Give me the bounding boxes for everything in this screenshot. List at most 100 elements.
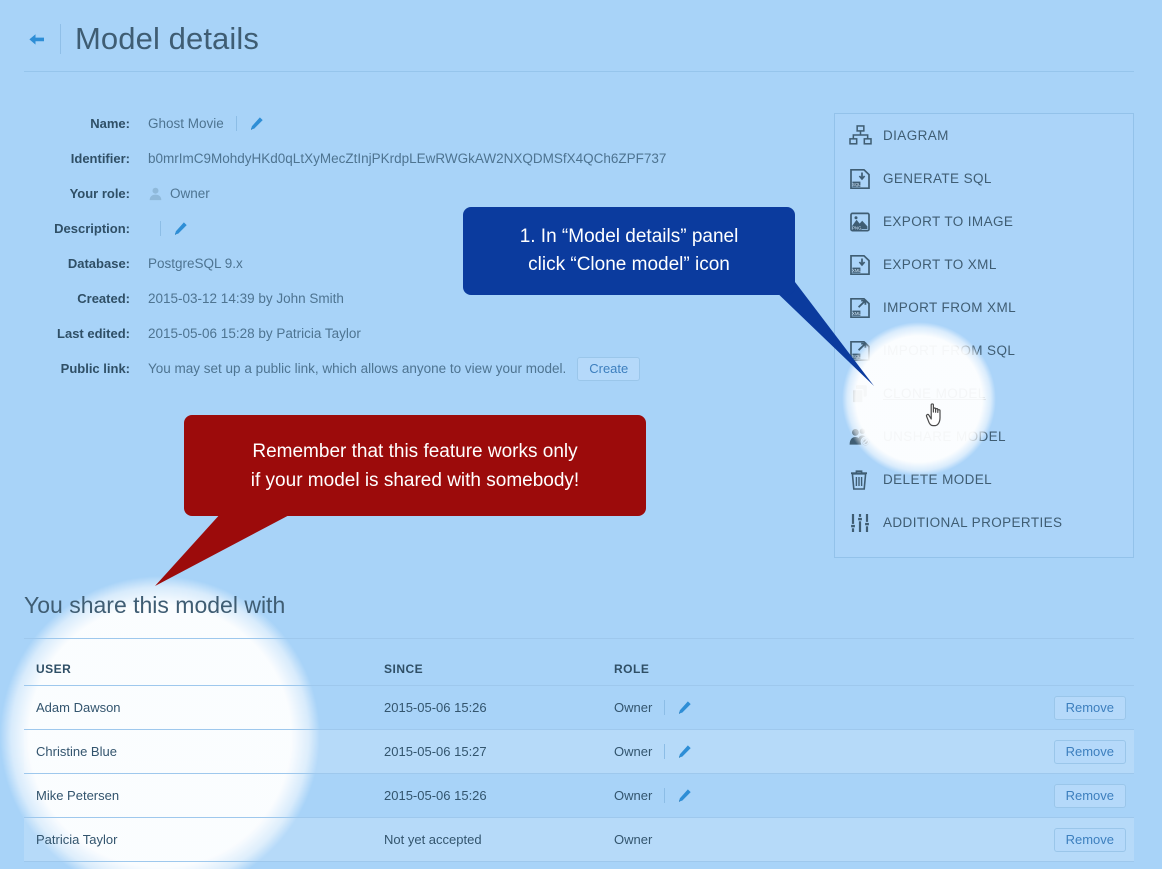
- cell-action: Remove: [984, 685, 1134, 730]
- column-header-since: SINCE: [372, 656, 602, 686]
- pencil-icon[interactable]: [173, 221, 188, 236]
- page-header: Model details: [24, 14, 259, 64]
- import-sql-icon: SQL: [849, 340, 883, 362]
- value-divider: [664, 788, 666, 803]
- action-item-clone-model[interactable]: CLONE MODEL: [835, 372, 1133, 415]
- create-public-link-button[interactable]: Create: [577, 356, 641, 381]
- pencil-icon[interactable]: [677, 788, 692, 803]
- value-divider: [664, 700, 666, 715]
- detail-value-wrap: b0mrImC9MohdyHKd0qLtXyMecZtInjPKrdpLEwRW…: [148, 151, 666, 166]
- action-label: IMPORT FROM SQL: [883, 343, 1016, 358]
- table-header-row: USER SINCE ROLE: [24, 656, 1134, 686]
- action-label: CLONE MODEL: [883, 386, 986, 401]
- import-xml-icon: XML: [849, 297, 883, 319]
- action-label: ADDITIONAL PROPERTIES: [883, 515, 1063, 530]
- export-png-icon: PNG: [849, 211, 883, 233]
- action-item-import-from-sql[interactable]: SQL IMPORT FROM SQL: [835, 329, 1133, 372]
- cell-since: Not yet accepted: [372, 817, 602, 862]
- sliders-icon: [849, 512, 883, 534]
- callout-step-1: 1. In “Model details” panel click “Clone…: [463, 207, 795, 295]
- detail-label: Database:: [67, 256, 130, 271]
- cell-role: Owner: [602, 773, 984, 818]
- action-item-delete-model[interactable]: DELETE MODEL: [835, 458, 1133, 501]
- svg-text:SQL: SQL: [852, 353, 861, 358]
- detail-value: b0mrImC9MohdyHKd0qLtXyMecZtInjPKrdpLEwRW…: [148, 151, 667, 166]
- action-item-export-to-image[interactable]: PNG EXPORT TO IMAGE: [835, 200, 1133, 243]
- table-row: Mike Petersen 2015-05-06 15:26 Owner Rem…: [24, 773, 1134, 818]
- detail-value: PostgreSQL 9.x: [148, 256, 243, 271]
- diagram-icon: [849, 125, 883, 146]
- share-section-title: You share this model with: [24, 592, 286, 618]
- detail-label: Created:: [77, 291, 130, 306]
- column-header-user: USER: [24, 656, 372, 686]
- action-item-unshare-model[interactable]: UNSHARE MODEL: [835, 415, 1133, 458]
- detail-value-wrap: Ghost Movie: [148, 116, 264, 131]
- detail-value: Owner: [170, 186, 210, 201]
- cell-role: Owner: [602, 817, 984, 862]
- detail-label: Name:: [90, 116, 130, 131]
- svg-text:SQL: SQL: [852, 181, 861, 186]
- detail-value: You may set up a public link, which allo…: [148, 361, 567, 376]
- pencil-icon[interactable]: [677, 700, 692, 715]
- value-divider: [235, 116, 237, 131]
- detail-row-identifier: Identifier: b0mrImC9MohdyHKd0qLtXyMecZtI…: [0, 141, 720, 176]
- pencil-icon[interactable]: [677, 744, 692, 759]
- action-label: IMPORT FROM XML: [883, 300, 1017, 315]
- cell-action: Remove: [984, 773, 1134, 818]
- header-divider: [60, 24, 61, 54]
- cell-action: Remove: [984, 729, 1134, 774]
- page-title: Model details: [75, 21, 259, 56]
- generate-sql-icon: SQL: [849, 168, 883, 190]
- action-label: EXPORT TO XML: [883, 257, 997, 272]
- action-item-export-to-xml[interactable]: XML EXPORT TO XML: [835, 243, 1133, 286]
- detail-row-your-role: Your role: Owner: [0, 176, 720, 211]
- callout-line-1: Remember that this feature works only: [252, 440, 578, 462]
- callout-warning: Remember that this feature works only if…: [184, 415, 646, 516]
- cell-role: Owner: [602, 685, 984, 730]
- value-divider: [160, 221, 161, 236]
- action-label: UNSHARE MODEL: [883, 429, 1006, 444]
- action-label: GENERATE SQL: [883, 171, 992, 186]
- unshare-icon: [849, 426, 883, 448]
- share-section-rule: [24, 638, 1134, 639]
- remove-button[interactable]: Remove: [1053, 739, 1126, 764]
- clone-icon: [849, 383, 883, 405]
- action-item-import-from-xml[interactable]: XML IMPORT FROM XML: [835, 286, 1133, 329]
- cell-since: 2015-05-06 15:27: [372, 729, 602, 774]
- callout-line-2: click “Clone model” icon: [528, 254, 730, 275]
- detail-row-public-link: Public link: You may set up a public lin…: [0, 351, 720, 386]
- cell-since: 2015-05-06 15:26: [372, 773, 602, 818]
- column-header-action: [984, 656, 1134, 686]
- detail-label: Description:: [54, 221, 130, 236]
- detail-value-wrap: Owner: [148, 186, 210, 201]
- table-row: Adam Dawson 2015-05-06 15:26 Owner Remov…: [24, 685, 1134, 730]
- action-item-diagram[interactable]: DIAGRAM: [835, 114, 1133, 157]
- remove-button[interactable]: Remove: [1053, 783, 1126, 808]
- detail-value-wrap: PostgreSQL 9.x: [148, 256, 243, 271]
- action-label: DIAGRAM: [883, 128, 949, 143]
- svg-text:XML: XML: [852, 310, 861, 315]
- action-item-generate-sql[interactable]: SQL GENERATE SQL: [835, 157, 1133, 200]
- svg-text:XML: XML: [852, 267, 861, 272]
- detail-value: Ghost Movie: [148, 116, 224, 131]
- role-text: Owner: [614, 700, 653, 715]
- cell-action: Remove: [984, 817, 1134, 862]
- remove-button[interactable]: Remove: [1053, 695, 1126, 720]
- action-label: DELETE MODEL: [883, 472, 993, 487]
- remove-button[interactable]: Remove: [1053, 827, 1126, 852]
- cell-user: Christine Blue: [24, 729, 372, 774]
- column-header-role: ROLE: [602, 656, 984, 686]
- red-callout-tail: [155, 512, 295, 586]
- role-text: Owner: [614, 788, 653, 803]
- detail-label: Public link:: [60, 361, 130, 376]
- arrow-left-icon[interactable]: [24, 27, 48, 51]
- action-label: EXPORT TO IMAGE: [883, 214, 1014, 229]
- callout-line-1: 1. In “Model details” panel: [519, 226, 739, 247]
- action-item-additional-properties[interactable]: ADDITIONAL PROPERTIES: [835, 501, 1133, 544]
- detail-value: 2015-05-06 15:28 by Patricia Taylor: [148, 326, 361, 341]
- trash-icon: [849, 469, 883, 491]
- role-text: Owner: [614, 744, 653, 759]
- table-row: Christine Blue 2015-05-06 15:27 Owner Re…: [24, 729, 1134, 774]
- cell-role: Owner: [602, 729, 984, 774]
- pencil-icon[interactable]: [249, 116, 264, 131]
